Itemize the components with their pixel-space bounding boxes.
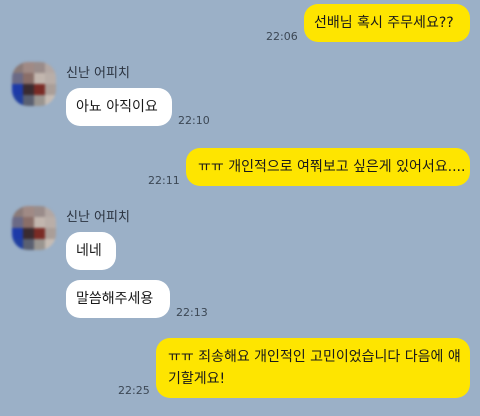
message-timestamp: 22:13 xyxy=(176,306,208,319)
message-text: 네네 xyxy=(76,243,102,259)
their-message-bubble[interactable]: 아뇨 아직이요 xyxy=(66,88,172,126)
sender-name: 신난 어피치 xyxy=(66,66,130,81)
message-text: 아뇨 아직이요 xyxy=(76,99,158,115)
message-text-line-1: ㅠㅠ 죄송해요 개인적인 고민이었습니다 다음에 얘 xyxy=(168,349,461,365)
message-timestamp: 22:25 xyxy=(118,384,150,397)
message-timestamp: 22:10 xyxy=(178,114,210,127)
my-message-bubble[interactable]: 선배님 혹시 주무세요?? xyxy=(304,4,470,42)
my-message-bubble[interactable]: ㅠㅠ 죄송해요 개인적인 고민이었습니다 다음에 얘 기할게요! xyxy=(156,338,470,398)
message-timestamp: 22:11 xyxy=(148,174,180,187)
sender-name: 신난 어피치 xyxy=(66,210,130,225)
their-message-bubble[interactable]: 네네 xyxy=(66,232,116,270)
avatar-icon[interactable] xyxy=(12,206,56,250)
avatar-icon[interactable] xyxy=(12,62,56,106)
message-text-line-2: 기할게요! xyxy=(168,371,226,387)
their-message-bubble[interactable]: 말씀해주세용 xyxy=(66,280,170,318)
message-text: 말씀해주세용 xyxy=(76,291,154,307)
message-timestamp: 22:06 xyxy=(266,30,298,43)
message-text: ㅠㅠ 개인적으로 여쭤보고 싶은게 있어서요.... xyxy=(198,159,466,175)
message-text: 선배님 혹시 주무세요?? xyxy=(314,15,454,31)
my-message-bubble[interactable]: ㅠㅠ 개인적으로 여쭤보고 싶은게 있어서요.... xyxy=(186,148,470,186)
